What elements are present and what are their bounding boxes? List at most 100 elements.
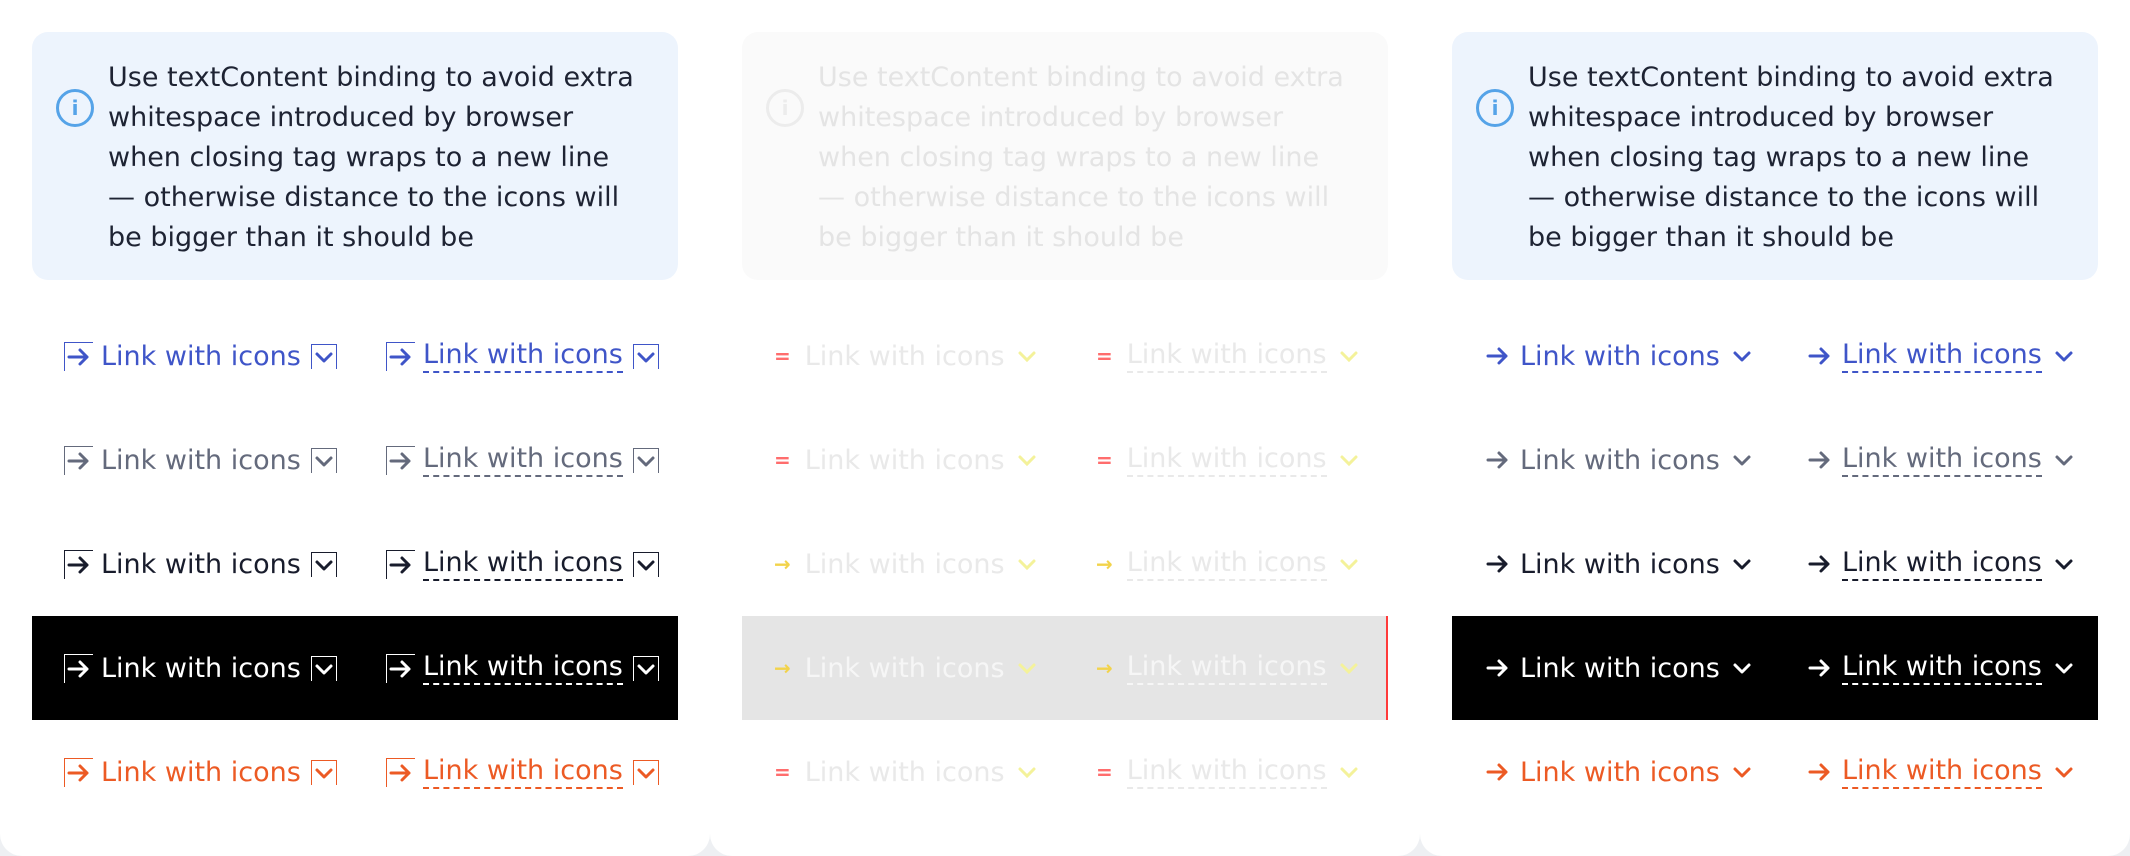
link-dark-dashed[interactable]: → Link with icons (1096, 512, 1361, 616)
arrow-right-icon (64, 445, 93, 475)
chevron-down-icon (1340, 455, 1358, 467)
link-inverse[interactable]: Link with icons (1484, 616, 1754, 720)
note-text: Use textContent binding to avoid extra w… (818, 62, 1344, 253)
chevron-down-icon (632, 551, 659, 577)
link-label: Link with icons (1520, 340, 1720, 372)
diff-marker: = (1096, 760, 1113, 784)
row-danger: Link with icons Link with icons (32, 720, 678, 824)
link-primary[interactable]: Link with icons (64, 304, 337, 408)
link-label: Link with icons (1842, 547, 2042, 581)
arrow-right-icon (1808, 763, 1830, 781)
link-secondary-dashed[interactable]: Link with icons (386, 408, 659, 512)
info-note: i Use textContent binding to avoid extra… (1452, 32, 2098, 280)
link-secondary[interactable]: Link with icons (64, 408, 337, 512)
link-label: Link with icons (1842, 651, 2042, 685)
link-inverse-dashed[interactable]: → Link with icons (1096, 616, 1361, 720)
chevron-down-icon (1340, 767, 1358, 779)
chevron-down-icon (1733, 559, 1751, 570)
link-danger[interactable]: Link with icons (1484, 720, 1754, 824)
link-label: Link with icons (804, 340, 1005, 372)
row-inverse: → Link with icons → Link with icons (742, 616, 1388, 720)
chevron-down-icon (2055, 767, 2073, 778)
info-icon: i (766, 89, 804, 127)
link-danger[interactable]: = Link with icons (774, 720, 1039, 824)
arrow-right-icon (386, 549, 415, 579)
link-inverse-dashed[interactable]: Link with icons (386, 616, 659, 720)
link-label: Link with icons (804, 548, 1005, 580)
link-danger[interactable]: Link with icons (64, 720, 337, 824)
link-label: Link with icons (423, 755, 623, 789)
link-label: Link with icons (423, 339, 623, 373)
chevron-down-icon (1018, 663, 1036, 675)
link-secondary-dashed[interactable]: = Link with icons (1096, 408, 1361, 512)
link-primary[interactable]: = Link with icons (774, 304, 1039, 408)
link-primary-dashed[interactable]: Link with icons (1806, 304, 2076, 408)
link-secondary[interactable]: = Link with icons (774, 408, 1039, 512)
link-primary[interactable]: Link with icons (1484, 304, 1754, 408)
link-inverse[interactable]: → Link with icons (774, 616, 1039, 720)
row-danger: Link with icons Link with icons (1452, 720, 2098, 824)
link-primary-dashed[interactable]: = Link with icons (1096, 304, 1361, 408)
link-danger-dashed[interactable]: Link with icons (1806, 720, 2076, 824)
diff-marker: → (1096, 656, 1113, 680)
link-label: Link with icons (804, 652, 1005, 684)
row-dark: Link with icons Link with icons (32, 512, 678, 616)
link-inverse[interactable]: Link with icons (64, 616, 337, 720)
link-label: Link with icons (1126, 651, 1327, 685)
link-danger-dashed[interactable]: = Link with icons (1096, 720, 1361, 824)
panel-diff: i Use textContent binding to avoid extra… (710, 0, 1420, 856)
panel-left: i Use textContent binding to avoid extra… (0, 0, 710, 856)
link-label: Link with icons (1842, 755, 2042, 789)
link-primary-dashed[interactable]: Link with icons (386, 304, 659, 408)
row-dark: → Link with icons → Link with icons (742, 512, 1388, 616)
link-label: Link with icons (804, 756, 1005, 788)
comparison-stage: i Use textContent binding to avoid extra… (0, 0, 2130, 856)
chevron-down-icon (1018, 559, 1036, 571)
link-inverse-dashed[interactable]: Link with icons (1806, 616, 2076, 720)
row-danger: = Link with icons = Link with icons (742, 720, 1388, 824)
diff-marker: → (1096, 552, 1113, 576)
link-label: Link with icons (101, 548, 301, 580)
chevron-down-icon (1733, 663, 1751, 674)
chevron-down-icon (632, 759, 659, 785)
link-dark[interactable]: Link with icons (1484, 512, 1754, 616)
info-note: i Use textContent binding to avoid extra… (32, 32, 678, 280)
row-inverse: Link with icons Link with icons (32, 616, 678, 720)
chevron-down-icon (310, 655, 337, 681)
link-dark-dashed[interactable]: Link with icons (1806, 512, 2076, 616)
link-dark[interactable]: → Link with icons (774, 512, 1039, 616)
info-icon: i (1476, 89, 1514, 127)
row-secondary: Link with icons Link with icons (1452, 408, 2098, 512)
diff-marker: → (774, 656, 791, 680)
chevron-down-icon (632, 655, 659, 681)
arrow-right-icon (1808, 347, 1830, 365)
link-danger-dashed[interactable]: Link with icons (386, 720, 659, 824)
row-primary: Link with icons Link with icons (1452, 304, 2098, 408)
chevron-down-icon (1733, 455, 1751, 466)
link-label: Link with icons (101, 444, 301, 476)
chevron-down-icon (310, 551, 337, 577)
link-secondary[interactable]: Link with icons (1484, 408, 1754, 512)
chevron-down-icon (310, 447, 337, 473)
diff-edge-line (1386, 616, 1388, 720)
link-label: Link with icons (101, 756, 301, 788)
chevron-down-icon (1018, 351, 1036, 363)
arrow-right-icon (1486, 659, 1508, 677)
chevron-down-icon (1018, 767, 1036, 779)
link-dark-dashed[interactable]: Link with icons (386, 512, 659, 616)
link-secondary-dashed[interactable]: Link with icons (1806, 408, 2076, 512)
row-inverse: Link with icons Link with icons (1452, 616, 2098, 720)
link-dark[interactable]: Link with icons (64, 512, 337, 616)
link-label: Link with icons (1520, 444, 1720, 476)
chevron-down-icon (1018, 455, 1036, 467)
link-label: Link with icons (423, 443, 623, 477)
link-label: Link with icons (1126, 339, 1327, 373)
chevron-down-icon (2055, 663, 2073, 674)
link-label: Link with icons (1520, 548, 1720, 580)
arrow-right-icon (1808, 659, 1830, 677)
chevron-down-icon (1340, 351, 1358, 363)
arrow-right-icon (64, 549, 93, 579)
arrow-right-icon (64, 653, 93, 683)
chevron-down-icon (632, 447, 659, 473)
arrow-right-icon (1486, 555, 1508, 573)
